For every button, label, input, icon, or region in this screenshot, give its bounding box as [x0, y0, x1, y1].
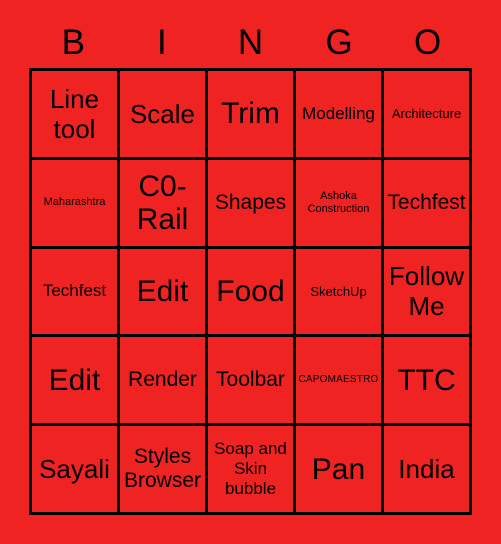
bingo-cell[interactable]: Techfest: [32, 248, 120, 338]
bingo-cell-label: Render: [128, 368, 197, 392]
bingo-cell[interactable]: Follow Me: [384, 248, 472, 338]
bingo-cell[interactable]: India: [384, 426, 472, 515]
bingo-cell[interactable]: Food: [208, 248, 296, 338]
bingo-cell[interactable]: SketchUp: [296, 248, 384, 338]
bingo-cell[interactable]: Styles Browser: [120, 426, 208, 515]
bingo-header-letter-g: G: [325, 23, 353, 62]
bingo-cell[interactable]: Techfest: [384, 159, 472, 249]
bingo-cell-label: Shapes: [214, 190, 287, 214]
bingo-cell-label: Edit: [136, 274, 189, 308]
bingo-cell-label: Techfest: [387, 190, 466, 214]
bingo-cell[interactable]: C0-Rail: [120, 159, 208, 249]
bingo-cell-label: SketchUp: [310, 283, 367, 299]
bingo-cell[interactable]: Sayali: [32, 426, 120, 515]
bingo-cell[interactable]: Scale: [120, 71, 208, 160]
bingo-grid: Line tool Scale Trim Modelling Architect…: [29, 68, 472, 515]
bingo-cell-label: Line tool: [49, 83, 100, 144]
bingo-cell-label: Maharashtra: [43, 196, 106, 209]
bingo-header-letter-o: O: [414, 23, 442, 62]
bingo-cell[interactable]: TTC: [384, 337, 472, 427]
bingo-cell-label: Techfest: [42, 281, 107, 301]
bingo-cell[interactable]: Maharashtra: [32, 159, 120, 249]
bingo-cell[interactable]: Toolbar: [208, 337, 296, 427]
bingo-cell-label: Architecture: [391, 106, 462, 122]
bingo-cell[interactable]: Architecture: [384, 71, 472, 160]
bingo-cell[interactable]: Edit: [32, 337, 120, 427]
bingo-card: B I N G O Line tool Scale Trim Modelling…: [0, 0, 501, 544]
bingo-header-letter-n: N: [237, 23, 264, 62]
bingo-header-letter-b: B: [61, 23, 85, 62]
bingo-cell[interactable]: Line tool: [32, 71, 120, 160]
bingo-cell[interactable]: CAPOMAESTRO: [296, 337, 384, 427]
bingo-cell[interactable]: Render: [120, 337, 208, 427]
bingo-cell[interactable]: Edit: [120, 248, 208, 338]
bingo-cell-label: Trim: [221, 97, 280, 131]
bingo-cell[interactable]: Trim: [208, 71, 296, 160]
bingo-cell-label: Edit: [48, 363, 101, 397]
bingo-cell[interactable]: Ashoka Construction: [296, 159, 384, 249]
bingo-cell-label: Follow Me: [388, 261, 465, 322]
bingo-cell[interactable]: Pan: [296, 426, 384, 515]
bingo-header-letter-i: I: [157, 23, 167, 62]
bingo-cell-label: Styles Browser: [123, 445, 202, 493]
bingo-cell[interactable]: Soap and Skin bubble: [208, 426, 296, 515]
bingo-cell-label: Toolbar: [216, 368, 285, 392]
bingo-cell-label: India: [398, 454, 455, 485]
bingo-cell-label: CAPOMAESTRO: [298, 374, 379, 386]
bingo-cell[interactable]: Modelling: [296, 71, 384, 160]
bingo-cell-label: Scale: [129, 98, 196, 129]
bingo-cell[interactable]: Shapes: [208, 159, 296, 249]
bingo-cell-label: Food: [216, 274, 285, 308]
bingo-cell-label: Pan: [311, 452, 366, 486]
bingo-cell-label: Soap and Skin bubble: [214, 439, 287, 499]
bingo-cell-label: C0-Rail: [136, 169, 189, 236]
bingo-header: B I N G O: [29, 18, 472, 68]
bingo-cell-label: Modelling: [302, 103, 375, 123]
bingo-cell-label: Ashoka Construction: [307, 189, 370, 215]
bingo-cell-label: Sayali: [39, 454, 110, 485]
bingo-cell-label: TTC: [397, 363, 456, 397]
